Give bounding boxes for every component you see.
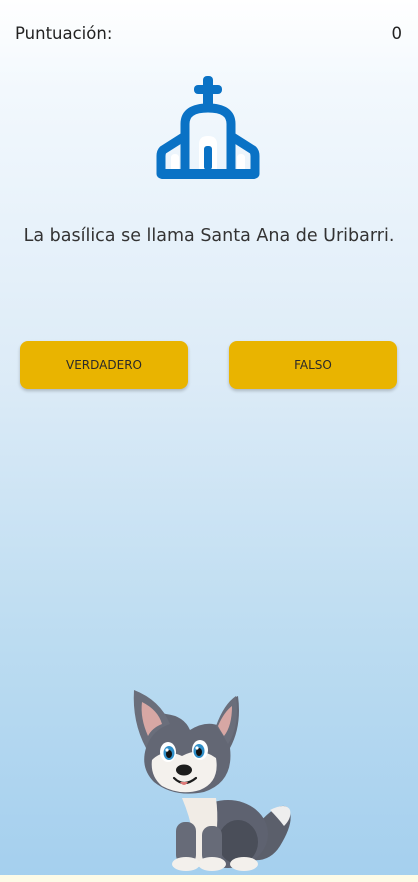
- bottom-strip: [0, 875, 418, 882]
- church-icon: [156, 76, 260, 179]
- score-value: 0: [391, 23, 403, 43]
- quiz-screen: Puntuación: 0 La basílica se llama Santa…: [0, 0, 418, 882]
- false-button[interactable]: FALSO: [229, 341, 397, 389]
- false-button-label: FALSO: [294, 358, 332, 372]
- question-text: La basílica se llama Santa Ana de Uribar…: [23, 226, 395, 246]
- wolf-pup-mascot: [133, 690, 291, 871]
- score-bar: Puntuación: 0: [15, 20, 402, 46]
- true-button[interactable]: VERDADERO: [20, 341, 188, 389]
- true-button-label: VERDADERO: [66, 358, 142, 372]
- score-label: Puntuación:: [15, 23, 113, 43]
